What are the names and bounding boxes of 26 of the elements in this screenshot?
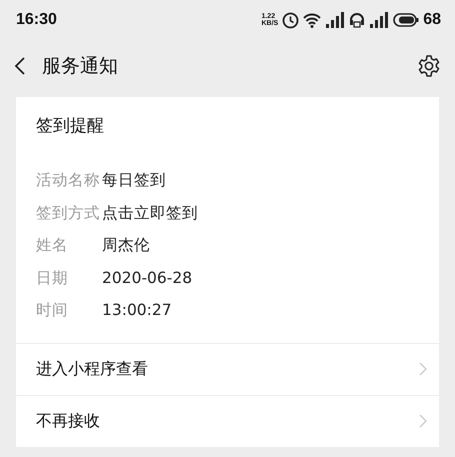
field-value: 2020-06-28 [102,268,192,288]
action-item[interactable]: 进入小程序查看 [16,342,439,394]
field-label: 姓名 [36,235,69,256]
field-value: 每日签到 [102,170,166,191]
field-value: 周杰伦 [102,235,150,256]
wifi-icon [303,12,322,28]
field-value: 13:00:27 [102,300,172,321]
field-label: 活动名称 [36,170,101,191]
battery-level: 68 [423,11,441,29]
field-label: 签到方式 [36,202,101,224]
settings-icon[interactable] [417,54,441,78]
signal-icon [325,12,346,28]
chevron-icon [419,362,427,376]
chevron-icon [419,414,427,428]
card-title: 签到提醒 [35,115,105,138]
field-label: 日期 [36,268,69,288]
field-label: 时间 [36,300,69,321]
hd-call-icon [349,12,366,28]
back-icon[interactable] [14,56,26,76]
alarm-icon [282,12,300,28]
status-time: 16:30 [16,11,57,29]
field-value: 点击立即签到 [102,202,198,224]
action-item[interactable]: 不再接收 [16,394,439,446]
page-title: 服务通知 [42,54,119,79]
signal-icon [369,12,390,28]
battery-icon [393,13,420,27]
